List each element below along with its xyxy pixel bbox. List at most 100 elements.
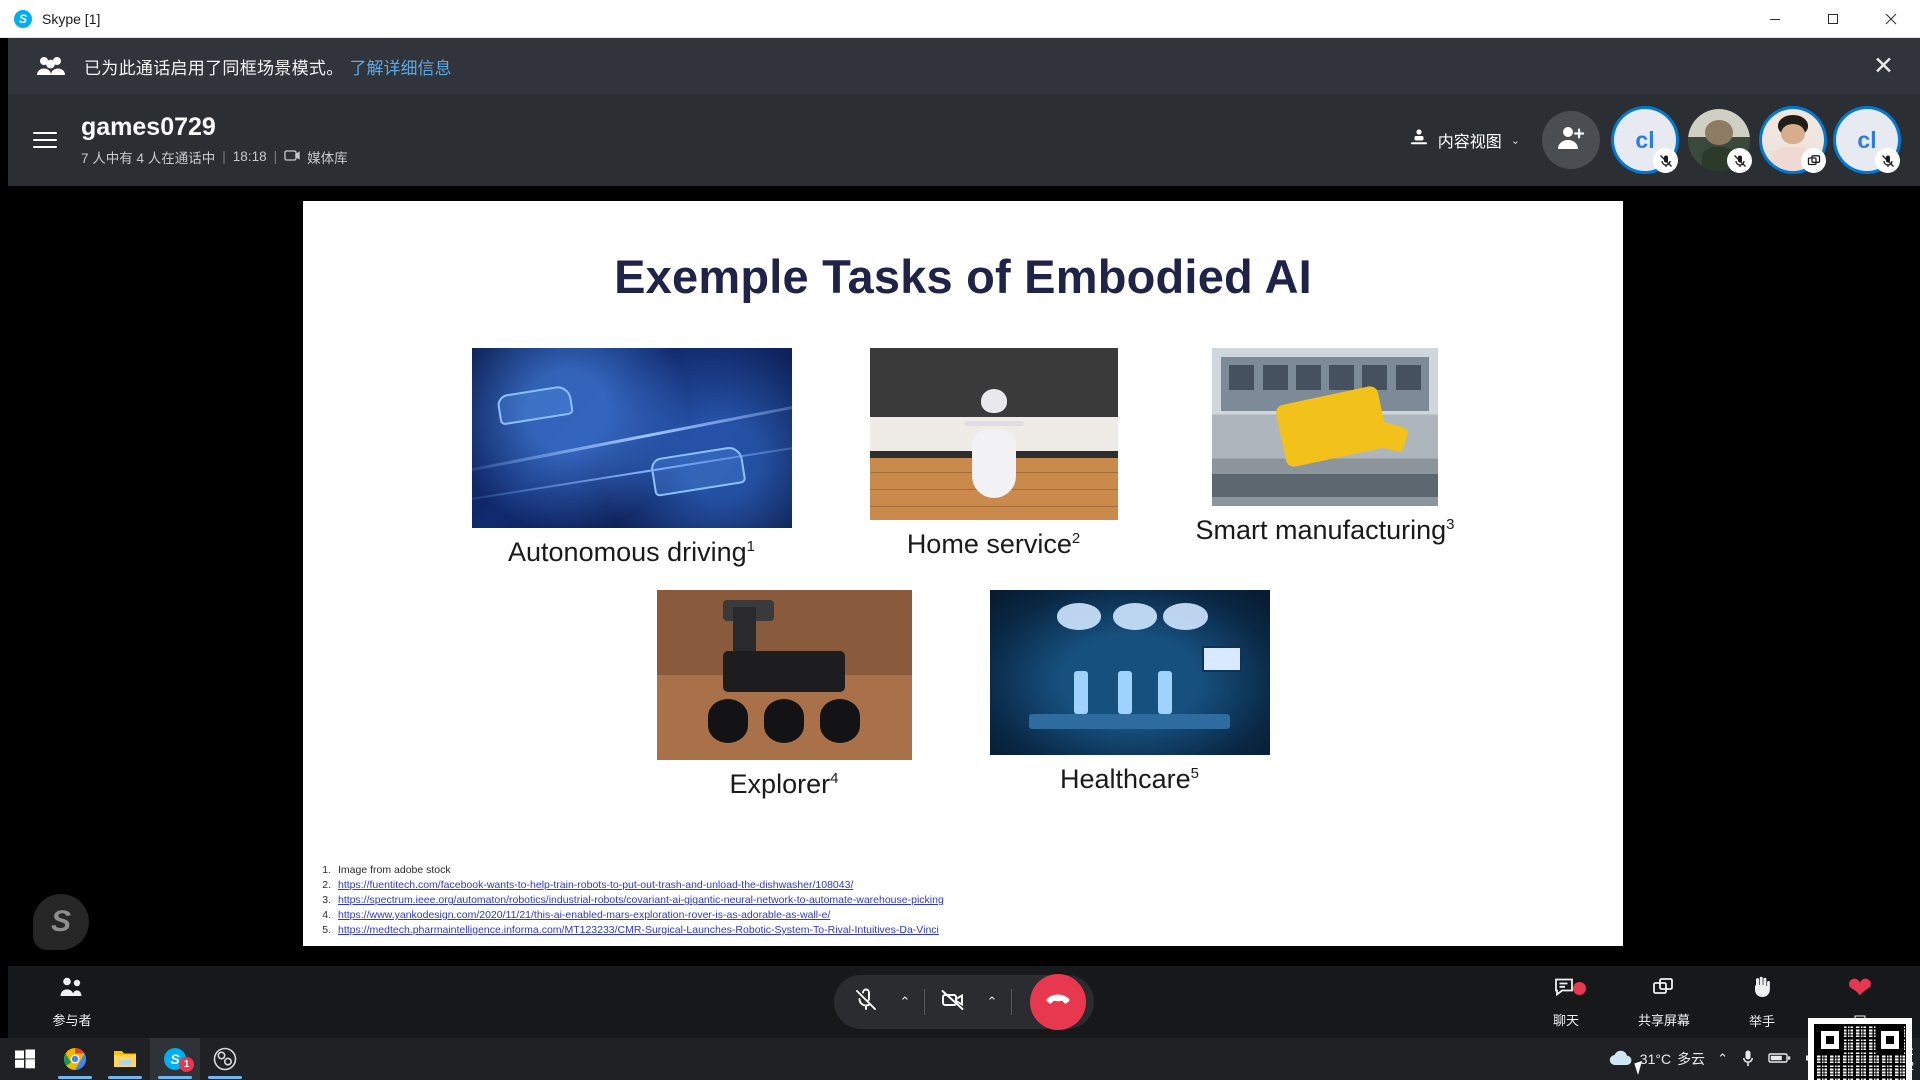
mic-muted-icon — [854, 988, 878, 1017]
participants-count: 7 人中有 4 人在通话中 — [81, 150, 216, 166]
presentation-slide[interactable]: Exemple Tasks of Embodied AI Autonomous … — [303, 201, 1623, 946]
raise-hand-icon — [1751, 975, 1773, 1004]
camera-off-icon — [940, 988, 966, 1017]
footnote-number: 2. — [322, 879, 331, 892]
camera-toggle-button[interactable] — [929, 978, 977, 1026]
caption-superscript: 5 — [1190, 765, 1199, 782]
file-explorer-icon[interactable] — [100, 1038, 150, 1080]
footnote-link[interactable]: https://www.yankodesign.com/2020/11/21/t… — [338, 908, 830, 923]
slide-title: Exemple Tasks of Embodied AI — [614, 250, 1312, 303]
share-screen-label: 共享屏幕 — [1637, 1012, 1690, 1028]
home-service-robot-photo — [869, 348, 1118, 520]
avatar[interactable] — [1688, 109, 1752, 173]
share-screen-button[interactable]: 共享屏幕 — [1622, 976, 1706, 1029]
call-duration: 18:18 — [232, 149, 267, 165]
share-screen-icon — [1652, 976, 1676, 1003]
call-subtitle: 7 人中有 4 人在通话中 | 18:18 | 媒体库 — [81, 147, 348, 167]
qr-finder-top-left — [1816, 1026, 1844, 1054]
chat-label: 聊天 — [1552, 1012, 1579, 1028]
minimize-button[interactable] — [1746, 0, 1804, 38]
autonomous-driving-photo — [471, 348, 792, 528]
avatar[interactable] — [1762, 109, 1826, 173]
figure-explorer: Explorer4 — [656, 590, 912, 800]
windows-start-icon[interactable] — [0, 1038, 50, 1080]
footnote-item: 5. https://medtech.pharmaintelligence.in… — [315, 923, 1582, 938]
hamburger-menu-icon[interactable] — [33, 127, 57, 153]
skype-icon[interactable]: S 1 — [150, 1038, 200, 1080]
learn-more-link[interactable]: 了解详细信息 — [350, 54, 452, 79]
tray-expand-icon[interactable]: ⌃ — [1717, 1051, 1728, 1067]
avatar[interactable]: cl — [1836, 109, 1900, 173]
people-group-icon — [36, 55, 66, 77]
footnote-number: 5. — [322, 924, 331, 937]
skype-notification-badge: 1 — [179, 1057, 194, 1072]
banner-message: 已为此通话启用了同框场景模式。 — [84, 58, 344, 78]
footnote-number: 1. — [322, 864, 331, 877]
footnote-number: 3. — [322, 894, 331, 907]
battery-icon[interactable] — [1768, 1051, 1792, 1068]
media-library-icon — [284, 149, 300, 165]
primary-call-controls: ⌃ ⌃ — [834, 974, 1094, 1030]
avatar[interactable]: cl — [1614, 109, 1678, 173]
caption-superscript: 2 — [1071, 530, 1081, 547]
skype-icon: S — [14, 9, 32, 28]
weather-widget[interactable]: 31°C 多云 — [1608, 1049, 1705, 1070]
raise-hand-label: 举手 — [1748, 1013, 1775, 1029]
banner-close-icon[interactable]: ✕ — [1873, 53, 1894, 79]
figure-caption: Healthcare5 — [1060, 764, 1199, 795]
figure-smart-manufacturing: Smart manufacturing3 — [1196, 348, 1455, 546]
participants-button[interactable]: 参与者 — [30, 976, 114, 1029]
mic-toggle-button[interactable] — [842, 978, 890, 1026]
camera-options-chevron[interactable]: ⌃ — [977, 994, 1007, 1010]
divider — [924, 989, 925, 1015]
chrome-icon[interactable] — [50, 1038, 100, 1080]
call-toolbar: 参与者 ⌃ ⌃ 聊天 共享屏幕 举手 ❤ — [8, 966, 1920, 1038]
qr-code-overlay — [1808, 1018, 1912, 1080]
footnote-link[interactable]: https://medtech.pharmaintelligence.infor… — [338, 923, 939, 938]
caption-superscript: 3 — [1446, 516, 1455, 533]
footnote-link[interactable]: https://spectrum.ieee.org/automaton/robo… — [338, 893, 944, 908]
end-call-button[interactable] — [1030, 974, 1086, 1030]
chat-unread-badge — [1573, 981, 1586, 995]
footnote-text: Image from adobe stock — [338, 864, 451, 877]
figure-autonomous-driving: Autonomous driving1 — [471, 348, 792, 568]
slide-footnotes: 1. Image from adobe stock 2. https://fue… — [315, 863, 1582, 938]
shared-content-stage: S Exemple Tasks of Embodied AI Autonomou… — [8, 186, 1920, 966]
call-header-actions: 内容视图 ⌄ cl cl — [1409, 109, 1920, 173]
qr-finder-top-right — [1876, 1026, 1904, 1054]
footnote-item: 4. https://www.yankodesign.com/2020/11/2… — [315, 908, 1582, 923]
caption-text: Healthcare — [1060, 764, 1191, 794]
participants-label: 参与者 — [52, 1012, 92, 1028]
raise-hand-button[interactable]: 举手 — [1720, 975, 1804, 1030]
figure-row-2: Explorer4 Healthcare5 — [303, 590, 1623, 800]
maximize-button[interactable] — [1804, 0, 1862, 38]
chat-button[interactable]: 聊天 — [1524, 976, 1608, 1029]
weather-description: 多云 — [1677, 1051, 1706, 1067]
heart-icon: ❤ — [1847, 972, 1873, 1005]
caption-text: Home service — [906, 529, 1072, 559]
window-controls — [1746, 0, 1920, 38]
footnote-link[interactable]: https://fuentitech.com/facebook-wants-to… — [338, 878, 853, 893]
microphone-icon[interactable] — [1740, 1049, 1756, 1070]
footnote-number: 4. — [322, 909, 331, 922]
media-library-label: 媒体库 — [307, 150, 348, 166]
surgical-robot-photo — [989, 590, 1270, 755]
caption-superscript: 4 — [830, 770, 839, 787]
window-title: Skype [1] — [42, 10, 101, 27]
figure-row-1: Autonomous driving1 Home service2 Smart … — [303, 348, 1623, 568]
figure-caption: Home service2 — [907, 529, 1080, 560]
windows-taskbar: S 1 31°C 多云 ⌃ — [0, 1038, 1920, 1080]
weather-temperature: 31°C — [1639, 1051, 1672, 1067]
content-view-label: 内容视图 — [1437, 134, 1502, 151]
figure-caption: Autonomous driving1 — [508, 537, 755, 568]
mars-rover-photo — [656, 590, 912, 760]
close-button[interactable] — [1862, 0, 1920, 38]
content-view-button[interactable]: 内容视图 ⌄ — [1409, 128, 1520, 152]
footnote-item: 3. https://spectrum.ieee.org/automaton/r… — [315, 893, 1582, 908]
obs-icon[interactable] — [200, 1038, 250, 1080]
footnote-item: 1. Image from adobe stock — [315, 863, 1582, 878]
footnote-item: 2. https://fuentitech.com/facebook-wants… — [315, 878, 1582, 893]
add-person-button[interactable] — [1542, 111, 1600, 169]
mic-options-chevron[interactable]: ⌃ — [890, 994, 920, 1010]
call-info: games0729 7 人中有 4 人在通话中 | 18:18 | 媒体库 — [81, 113, 348, 167]
